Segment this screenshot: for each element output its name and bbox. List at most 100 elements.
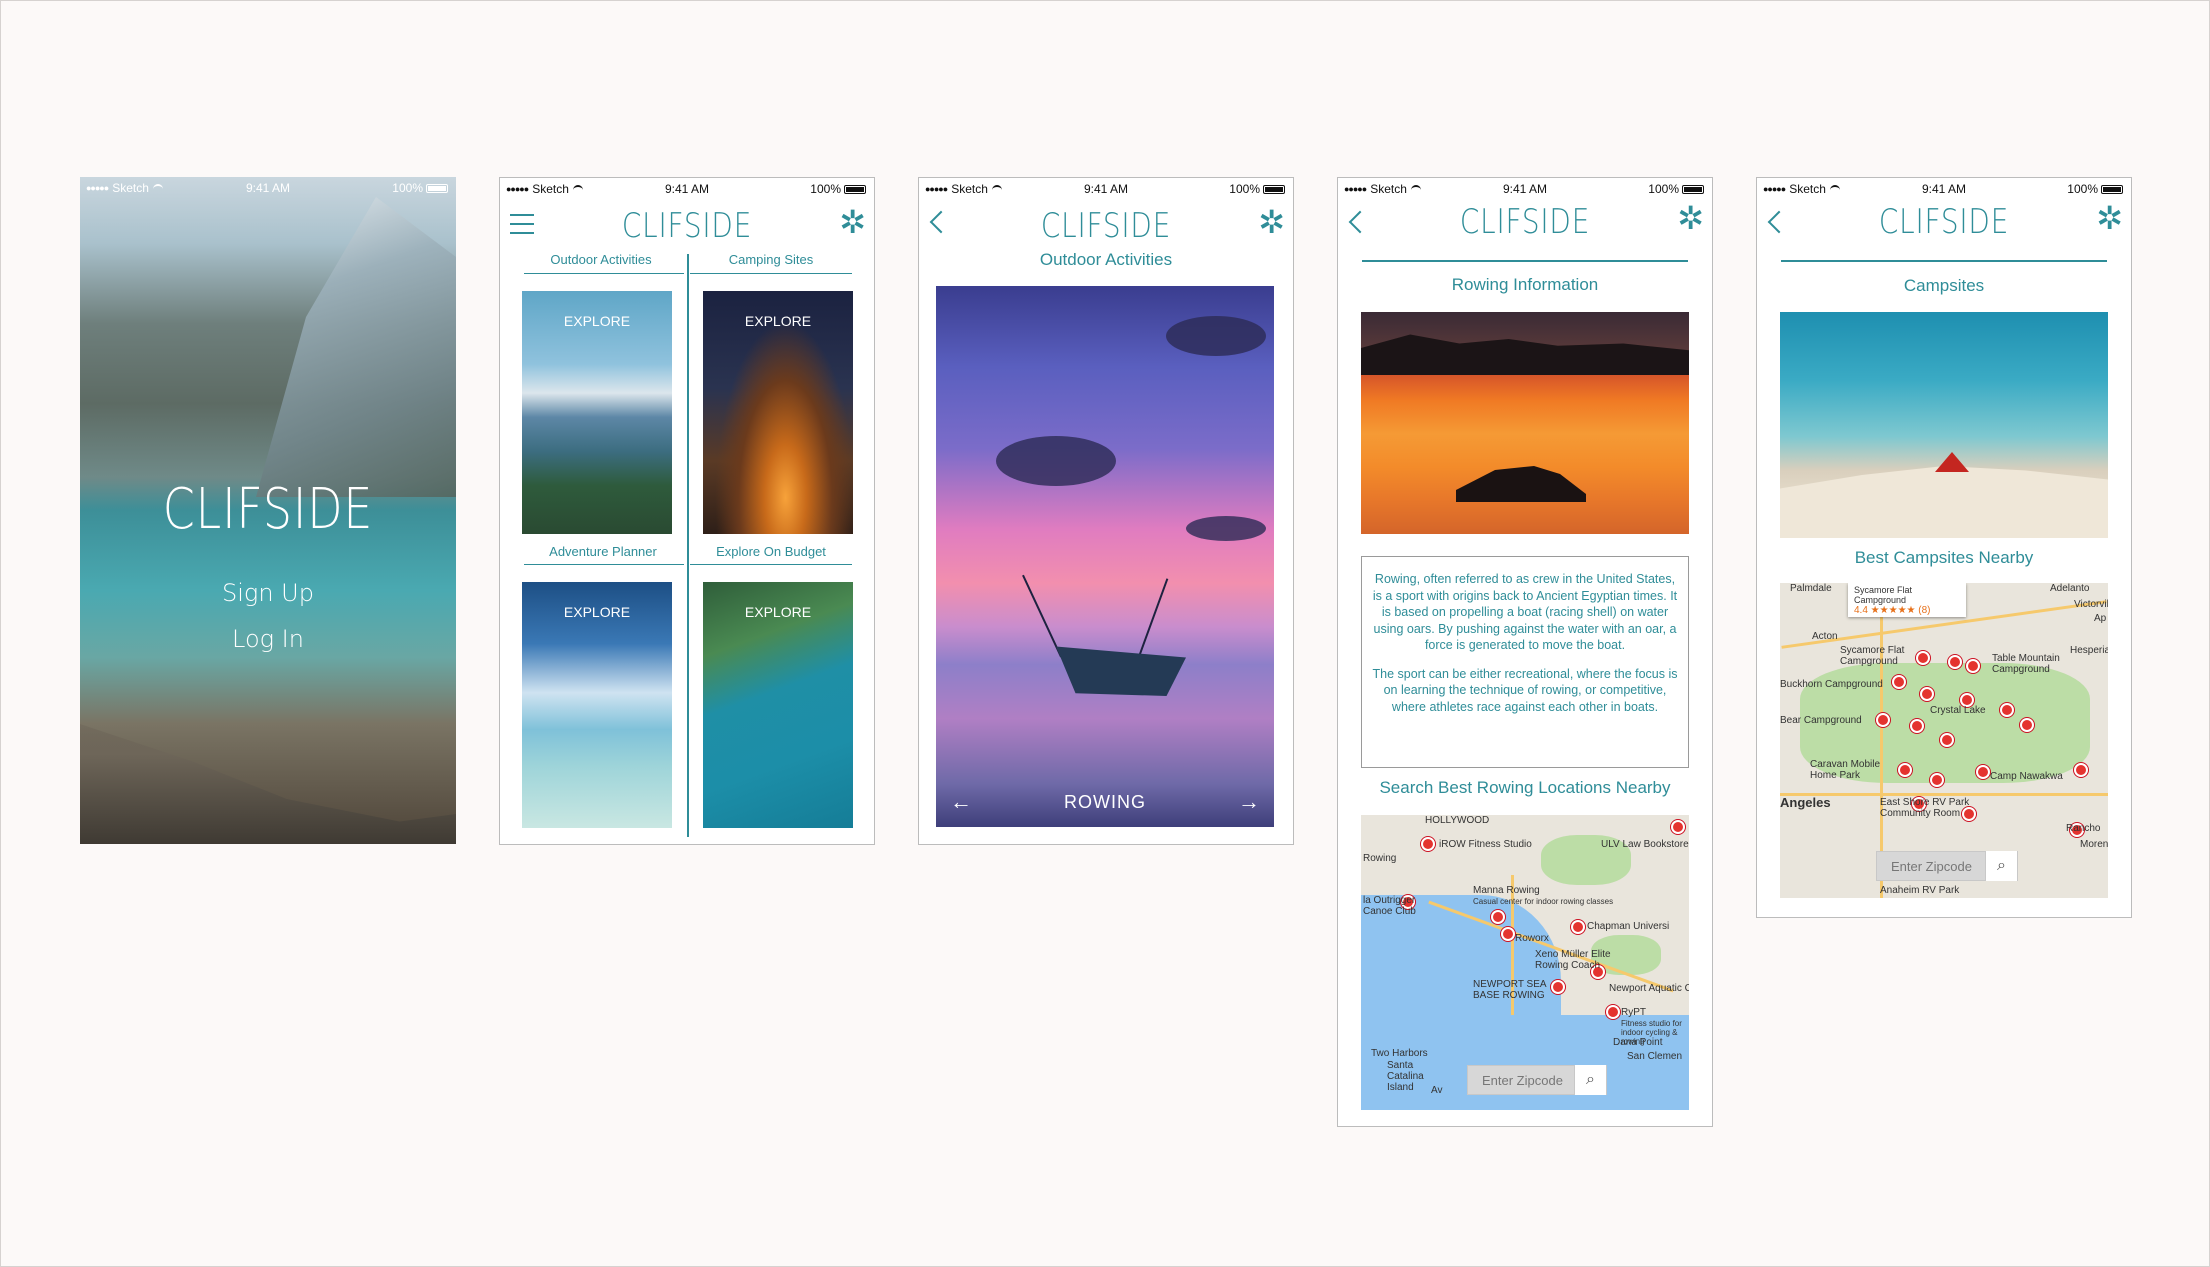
map-label: Ap [2094, 613, 2107, 624]
status-bar: ●●●●● Sketch 9:41 AM 100% [919, 178, 1293, 200]
gear-icon[interactable]: ✲ [1258, 206, 1285, 238]
map-label: Caravan Mobile Home Park [1810, 759, 1881, 781]
map-pin[interactable] [1551, 980, 1565, 994]
status-bar: ●●●●● Sketch 9:41 AM 100% [1338, 178, 1712, 200]
divider [687, 254, 689, 837]
phone-campsites: ●●●●● Sketch 9:41 AM 100% CLIFSIDE ✲ Camp… [1756, 177, 2132, 918]
app-logo: CLIFSIDE [1878, 202, 2010, 242]
category-label-budget[interactable]: Explore On Budget [696, 544, 846, 559]
tile-explore-on-budget[interactable]: EXPLORE [703, 582, 853, 828]
tile-adventure-planner[interactable]: EXPLORE [522, 582, 672, 828]
map-pin[interactable] [1892, 675, 1906, 689]
map-pin[interactable] [1966, 659, 1980, 673]
map-pin[interactable] [1930, 773, 1944, 787]
cloud [996, 436, 1116, 486]
hamburger-icon[interactable] [510, 214, 534, 241]
gear-icon[interactable]: ✲ [2096, 202, 2123, 234]
map-label: Buckhorn Campground [1780, 679, 1883, 690]
map-pin[interactable] [1920, 687, 1934, 701]
tile-outdoor-activities[interactable]: EXPLORE [522, 291, 672, 534]
popup-rating: 4.4 ★★★★★ (8) [1854, 605, 1931, 616]
map-pin[interactable] [1898, 763, 1912, 777]
search-icon[interactable]: ⌕ [1985, 851, 2017, 881]
map-label: Crystal Lake [1930, 705, 1986, 716]
page-title: Rowing Information [1451, 275, 1599, 294]
sign-up-link[interactable]: Sign Up [80, 579, 456, 607]
map-label: Hesperia [2070, 645, 2108, 656]
chevron-left-icon[interactable] [1348, 210, 1372, 234]
tile-camping-sites[interactable]: EXPLORE [703, 291, 853, 534]
zipcode-input[interactable]: Enter Zipcode [1877, 859, 1985, 874]
campsites-map[interactable]: Sycamore Flat Campground 4.4 ★★★★★ (8) P… [1780, 583, 2108, 898]
map-label: Camp Nawakwa [1990, 771, 2063, 782]
cloud [1186, 516, 1266, 541]
map-label: Acton [1812, 631, 1838, 642]
map-label: Angeles [1780, 795, 1831, 810]
map-pin[interactable] [1876, 713, 1890, 727]
search-icon[interactable]: ⌕ [1574, 1065, 1606, 1095]
popup-name: Sycamore Flat Campground [1854, 585, 1913, 605]
map-pin[interactable] [1976, 765, 1990, 779]
kayak [1456, 466, 1586, 502]
chevron-left-icon[interactable] [1767, 210, 1791, 234]
log-in-link[interactable]: Log In [80, 625, 456, 653]
map-label: HOLLYWOOD [1425, 815, 1490, 826]
app-logo: CLIFSIDE [621, 206, 753, 246]
rowing-photo[interactable]: ← ROWING → [936, 286, 1274, 827]
explore-label: EXPLORE [744, 604, 812, 620]
oar [1022, 574, 1062, 658]
chevron-left-icon[interactable] [929, 210, 953, 234]
battery-icon [426, 183, 448, 193]
category-label-camping[interactable]: Camping Sites [696, 252, 846, 267]
divider [690, 273, 852, 274]
section-heading: Search Best Rowing Locations Nearby [1379, 778, 1671, 797]
map-label: East Shore RV Park Community Room [1880, 797, 1970, 819]
map-label: Dana Point [1613, 1037, 1663, 1048]
category-label-adventure[interactable]: Adventure Planner [528, 544, 678, 559]
phone-outdoor-activities: ●●●●● Sketch 9:41 AM 100% CLIFSIDE ✲ Outd… [918, 177, 1294, 845]
gear-icon[interactable]: ✲ [1677, 202, 1704, 234]
map-pin[interactable] [1940, 733, 1954, 747]
paragraph: The sport can be either recreational, wh… [1372, 666, 1678, 714]
map-pin[interactable] [1421, 837, 1435, 851]
gear-icon[interactable]: ✲ [839, 206, 866, 238]
hills [1361, 334, 1689, 375]
map-label: ULV Law Bookstore [1601, 839, 1689, 850]
phone-categories: ●●●●● Sketch 9:41 AM 100% CLIFSIDE ✲ Outd… [499, 177, 875, 845]
rowing-map[interactable]: HOLLYWOOD iROW Fitness Studio ULV Law Bo… [1361, 815, 1689, 1110]
map-label: iROW Fitness Studio [1439, 839, 1532, 850]
phone-rowing-information: ●●●●● Sketch 9:41 AM 100% CLIFSIDE ✲ Rowi… [1337, 177, 1713, 1127]
section-heading: Best Campsites Nearby [1854, 548, 2034, 567]
map-pin[interactable] [1948, 655, 1962, 669]
status-bar: ●●●●● Sketch 9:41 AM 100% [80, 177, 456, 199]
map-label: Casual center for indoor rowing classes [1473, 897, 1614, 906]
map-label: Roworx [1515, 933, 1549, 944]
status-bar: ●●●●● Sketch 9:41 AM 100% [1757, 178, 2131, 200]
map-pin[interactable] [1910, 719, 1924, 733]
map-pin[interactable] [1491, 910, 1505, 924]
divider [690, 564, 852, 565]
explore-label: EXPLORE [744, 313, 812, 329]
header-divider [1362, 260, 1688, 262]
map-label: Rancho [2066, 823, 2101, 834]
map-pin[interactable] [2000, 703, 2014, 717]
arrow-right-icon[interactable]: → [1238, 789, 1260, 815]
map-pin[interactable] [1606, 1005, 1620, 1019]
map-pin[interactable] [1501, 927, 1515, 941]
map-pin[interactable] [1671, 820, 1685, 834]
map-pin[interactable] [2074, 763, 2088, 777]
category-label-outdoor[interactable]: Outdoor Activities [526, 252, 676, 267]
map-label: Palmdale [1790, 583, 1832, 594]
place-popup[interactable]: Sycamore Flat Campground 4.4 ★★★★★ (8) [1848, 583, 1966, 617]
zipcode-input[interactable]: Enter Zipcode [1468, 1073, 1574, 1088]
map-label: Victorvil [2074, 599, 2108, 610]
battery-icon [1263, 184, 1285, 194]
page-title: Outdoor Activities [1039, 250, 1173, 269]
app-logo: CLIFSIDE [162, 477, 374, 542]
app-logo: CLIFSIDE [1040, 206, 1172, 246]
boat [1056, 646, 1186, 696]
zipcode-search: Enter Zipcode ⌕ [1876, 851, 2018, 881]
map-pin[interactable] [1571, 920, 1585, 934]
map-pin[interactable] [2020, 718, 2034, 732]
battery-icon [844, 184, 866, 194]
